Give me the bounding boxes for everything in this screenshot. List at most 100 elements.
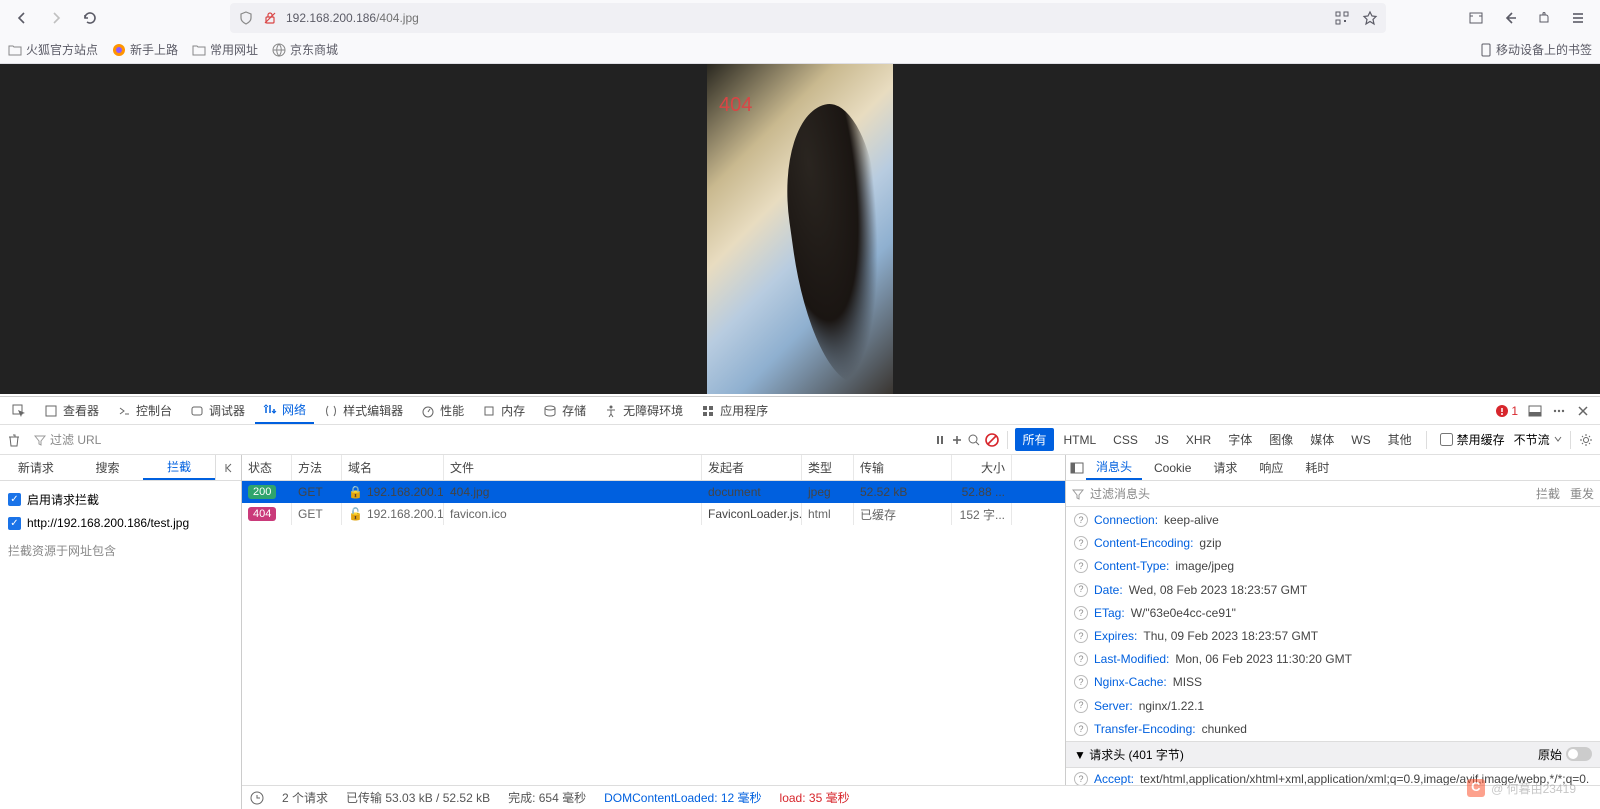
- tab-debugger[interactable]: 调试器: [182, 397, 253, 424]
- tab-performance[interactable]: 性能: [413, 397, 472, 424]
- star-icon[interactable]: [1362, 10, 1378, 26]
- filter-ws[interactable]: WS: [1344, 430, 1377, 450]
- extension-icon[interactable]: [1530, 4, 1558, 32]
- funnel-icon: [1072, 488, 1084, 500]
- detail-tab-headers[interactable]: 消息头: [1086, 455, 1142, 480]
- detail-panel: 消息头 Cookie 请求 响应 耗时 过滤消息头 拦截 重发 ?Connect…: [1066, 455, 1600, 809]
- header-line: ?Nginx-Cache: MISS: [1066, 671, 1600, 694]
- url-bar[interactable]: 192.168.200.186/404.jpg: [230, 3, 1386, 33]
- status-dcl: DOMContentLoaded: 12 毫秒: [604, 789, 761, 806]
- qr-icon[interactable]: [1334, 10, 1350, 26]
- tab-application[interactable]: 应用程序: [693, 397, 776, 424]
- page-content: 404: [0, 64, 1600, 394]
- block-rule-item[interactable]: ✓http://192.168.200.186/test.jpg: [8, 512, 233, 534]
- funnel-icon: [34, 434, 46, 446]
- browser-toolbar: 192.168.200.186/404.jpg: [0, 0, 1600, 36]
- bookmarks-bar: 火狐官方站点 新手上路 常用网址 京东商城 移动设备上的书签: [0, 36, 1600, 64]
- filter-xhr[interactable]: XHR: [1179, 430, 1218, 450]
- status-finish: 完成: 654 毫秒: [508, 789, 586, 806]
- error-badge[interactable]: 1: [1495, 404, 1518, 418]
- throttle-select[interactable]: 不节流: [1514, 431, 1563, 448]
- header-line: ?ETag: W/"63e0e4cc-ce91": [1066, 602, 1600, 625]
- trash-icon[interactable]: [6, 432, 22, 448]
- col-initiator[interactable]: 发起者: [702, 455, 802, 480]
- filter-media[interactable]: 媒体: [1303, 428, 1341, 451]
- col-file[interactable]: 文件: [444, 455, 702, 480]
- image-404: 404: [707, 64, 893, 394]
- header-line: ?Date: Wed, 08 Feb 2023 18:23:57 GMT: [1066, 579, 1600, 602]
- mobile-bookmarks[interactable]: 移动设备上的书签: [1480, 41, 1592, 58]
- col-method[interactable]: 方法: [292, 455, 342, 480]
- tab-storage[interactable]: 存储: [535, 397, 594, 424]
- filter-js[interactable]: JS: [1148, 430, 1176, 450]
- filter-image[interactable]: 图像: [1262, 428, 1300, 451]
- table-row[interactable]: 404 GET 🔓192.168.200.1... favicon.ico Fa…: [242, 503, 1065, 525]
- block-collapse-icon[interactable]: [215, 455, 241, 480]
- block-tab-block[interactable]: 拦截: [143, 455, 215, 480]
- col-status[interactable]: 状态: [242, 455, 292, 480]
- detail-tab-response[interactable]: 响应: [1249, 455, 1293, 480]
- forward-button[interactable]: [42, 4, 70, 32]
- back-button[interactable]: [8, 4, 36, 32]
- menu-icon[interactable]: [1564, 4, 1592, 32]
- close-icon[interactable]: [1576, 404, 1590, 418]
- bookmark-firefox[interactable]: 火狐官方站点: [8, 41, 98, 58]
- table-row[interactable]: 200 GET 🔒192.168.200.1... 404.jpg docume…: [242, 481, 1065, 503]
- network-toolbar: 过滤 URL 所有 HTML CSS JS XHR 字体 图像 媒体 WS 其他…: [0, 425, 1600, 455]
- request-headers-section[interactable]: ▼ 请求头 (401 字节)原始: [1066, 741, 1600, 768]
- tab-inspector[interactable]: 查看器: [36, 397, 107, 424]
- share-icon[interactable]: [1496, 4, 1524, 32]
- header-line: ?Server: nginx/1.22.1: [1066, 695, 1600, 718]
- shield-icon: [238, 10, 254, 26]
- block-tab-search[interactable]: 搜索: [72, 455, 144, 480]
- block-tab-new[interactable]: 新请求: [0, 455, 72, 480]
- globe-icon: [272, 43, 286, 57]
- toggle-sidebar-icon[interactable]: [1070, 461, 1084, 475]
- bookmark-jd[interactable]: 京东商城: [272, 41, 338, 58]
- network-table-header: 状态 方法 域名 文件 发起者 类型 传输 大小: [242, 455, 1065, 481]
- dock-icon[interactable]: [1528, 404, 1542, 418]
- status-requests: 2 个请求: [282, 789, 328, 806]
- filter-headers-input[interactable]: 过滤消息头: [1090, 485, 1150, 502]
- more-icon[interactable]: [1552, 404, 1566, 418]
- block-icon[interactable]: [984, 432, 1000, 448]
- reload-button[interactable]: [76, 4, 104, 32]
- detail-tab-cookie[interactable]: Cookie: [1144, 455, 1201, 480]
- network-table: 状态 方法 域名 文件 发起者 类型 传输 大小 200 GET 🔒192.16…: [242, 455, 1066, 809]
- tab-style[interactable]: 样式编辑器: [316, 397, 411, 424]
- network-status-bar: 2 个请求 已传输 53.03 kB / 52.52 kB 完成: 654 毫秒…: [242, 785, 1600, 809]
- filter-css[interactable]: CSS: [1106, 430, 1145, 450]
- pause-icon[interactable]: [933, 433, 947, 447]
- tab-memory[interactable]: 内存: [474, 397, 533, 424]
- col-type[interactable]: 类型: [802, 455, 854, 480]
- resend-button[interactable]: 重发: [1570, 485, 1594, 502]
- filter-url-input[interactable]: 过滤 URL: [28, 429, 448, 451]
- filter-all[interactable]: 所有: [1015, 428, 1053, 451]
- detail-tab-timing[interactable]: 耗时: [1295, 455, 1339, 480]
- status-load: load: 35 毫秒: [780, 789, 850, 806]
- screenshot-icon[interactable]: [1462, 4, 1490, 32]
- firefox-icon: [112, 43, 126, 57]
- gear-icon[interactable]: [1578, 432, 1594, 448]
- filter-html[interactable]: HTML: [1057, 430, 1104, 450]
- tab-console[interactable]: 控制台: [109, 397, 180, 424]
- lock-slash-icon: [262, 10, 278, 26]
- image-overlay-text: 404: [719, 94, 752, 117]
- col-domain[interactable]: 域名: [342, 455, 444, 480]
- search-icon[interactable]: [967, 433, 981, 447]
- block-button[interactable]: 拦截: [1536, 485, 1560, 502]
- filter-other[interactable]: 其他: [1381, 428, 1419, 451]
- bookmark-newbie[interactable]: 新手上路: [112, 41, 178, 58]
- col-transferred[interactable]: 传输: [854, 455, 952, 480]
- detail-tab-request[interactable]: 请求: [1203, 455, 1247, 480]
- filter-font[interactable]: 字体: [1221, 428, 1259, 451]
- col-size[interactable]: 大小: [952, 455, 1012, 480]
- block-placeholder: 拦截资源于网址包含: [8, 534, 233, 567]
- tab-accessibility[interactable]: 无障碍环境: [596, 397, 691, 424]
- plus-icon[interactable]: [950, 433, 964, 447]
- enable-blocking-checkbox[interactable]: ✓启用请求拦截: [8, 487, 233, 512]
- tab-network[interactable]: 网络: [255, 397, 314, 424]
- bookmark-common[interactable]: 常用网址: [192, 41, 258, 58]
- pick-element-icon[interactable]: [4, 397, 34, 424]
- disable-cache-checkbox[interactable]: 禁用缓存: [1440, 431, 1505, 448]
